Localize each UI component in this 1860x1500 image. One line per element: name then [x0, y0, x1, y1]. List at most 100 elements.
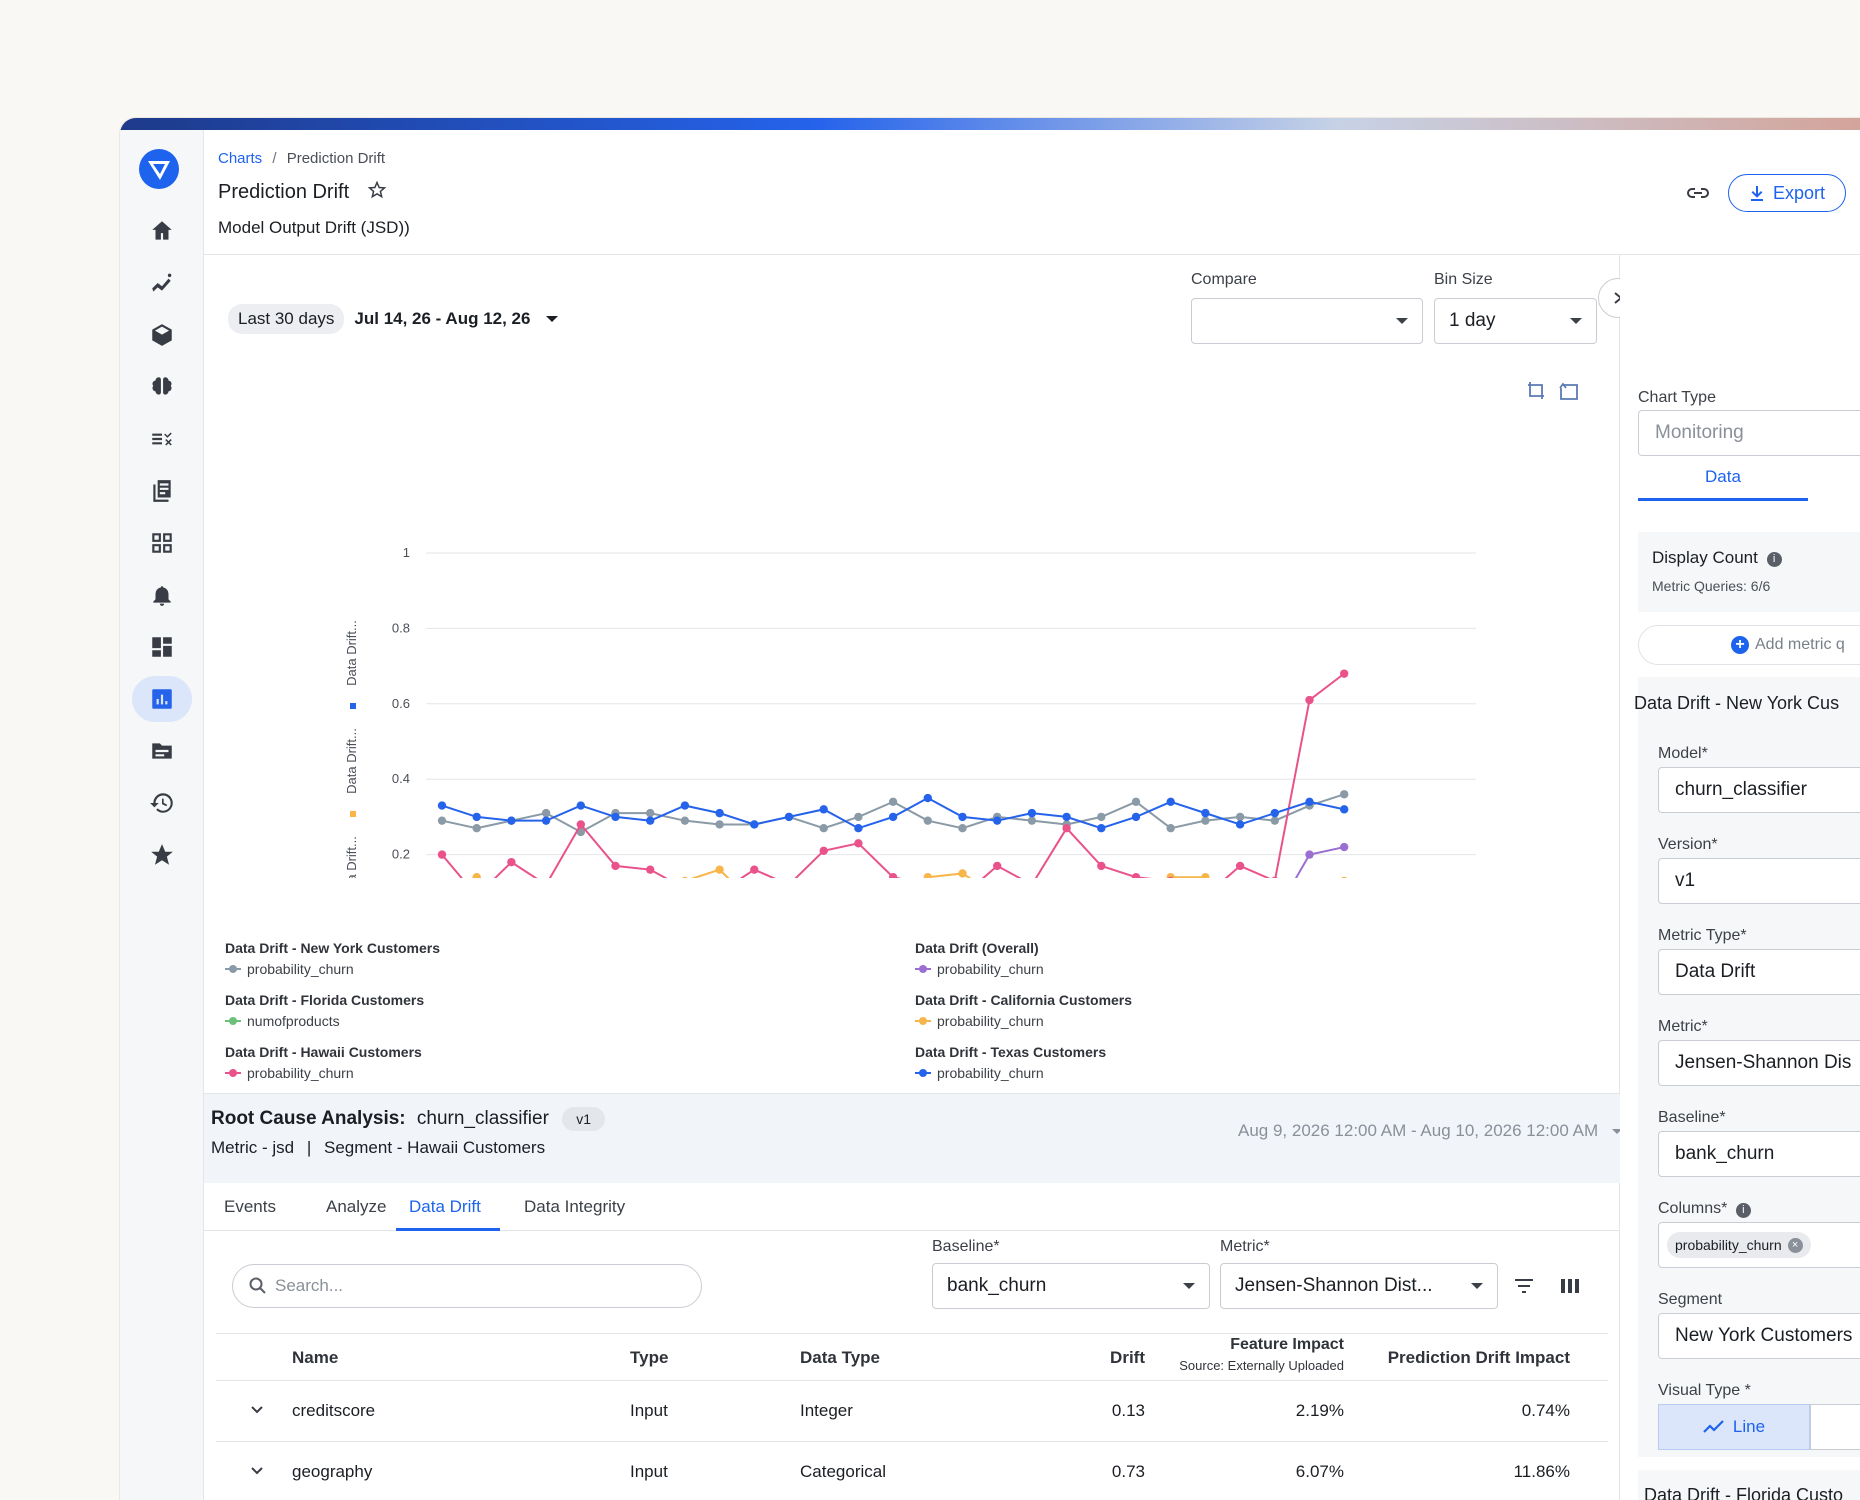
date-range-caret-icon[interactable]: [546, 316, 559, 322]
bin-size-select[interactable]: 1 day: [1434, 298, 1597, 344]
data-point[interactable]: [715, 808, 724, 818]
breadcrumb-charts-link[interactable]: Charts: [218, 150, 262, 167]
history-icon[interactable]: [132, 780, 192, 826]
data-point[interactable]: [993, 816, 1002, 825]
data-point[interactable]: [1131, 812, 1141, 822]
data-point[interactable]: [611, 861, 620, 871]
data-point[interactable]: [1305, 850, 1314, 859]
data-point[interactable]: [646, 816, 655, 825]
columns-info-icon[interactable]: i: [1735, 1203, 1751, 1218]
data-point[interactable]: [888, 812, 898, 822]
cell-name[interactable]: geography: [292, 1462, 372, 1482]
reports-icon[interactable]: [132, 468, 192, 514]
data-point[interactable]: [1201, 808, 1210, 818]
link-icon[interactable]: [1686, 184, 1710, 202]
columns-select[interactable]: probability_churn ×: [1658, 1222, 1860, 1268]
search-input[interactable]: Search...: [232, 1264, 702, 1308]
data-point[interactable]: [1340, 876, 1348, 878]
zoom-reset-icon[interactable]: [1558, 380, 1580, 402]
col-name[interactable]: Name: [292, 1348, 338, 1368]
date-range-picker[interactable]: Last 30 days Jul 14, 26 - Aug 12, 26: [228, 304, 559, 334]
charts-icon[interactable]: [132, 676, 192, 722]
brand-logo-icon[interactable]: [138, 148, 180, 190]
cube-icon[interactable]: [132, 312, 192, 358]
data-point[interactable]: [1166, 797, 1175, 807]
export-button[interactable]: Export: [1728, 174, 1846, 212]
folder-icon[interactable]: [132, 728, 192, 774]
cell-name[interactable]: creditscore: [292, 1401, 375, 1421]
segment-select[interactable]: New York Customers: [1658, 1313, 1860, 1359]
data-point[interactable]: [1340, 842, 1349, 852]
legend-item[interactable]: probability_churn: [915, 961, 1132, 977]
filter-icon[interactable]: [1514, 1278, 1534, 1294]
data-point[interactable]: [1097, 824, 1106, 833]
data-point[interactable]: [1235, 861, 1245, 871]
data-point[interactable]: [784, 812, 794, 822]
data-point[interactable]: [472, 824, 481, 833]
data-point[interactable]: [923, 873, 932, 878]
metric-type-select[interactable]: Data Drift: [1658, 949, 1860, 995]
data-point[interactable]: [750, 820, 759, 829]
favorite-star-icon[interactable]: [367, 180, 387, 200]
data-point[interactable]: [646, 865, 655, 874]
data-point[interactable]: [819, 805, 828, 814]
data-point[interactable]: [854, 839, 863, 848]
legend-item[interactable]: probability_churn: [915, 1065, 1132, 1081]
tab-data-integrity[interactable]: Data Integrity: [524, 1197, 625, 1217]
add-metric-query-button[interactable]: + Add metric q: [1638, 625, 1860, 665]
data-point[interactable]: [507, 816, 516, 825]
data-point[interactable]: [437, 816, 447, 825]
brain-icon[interactable]: [132, 364, 192, 410]
data-point[interactable]: [507, 857, 516, 867]
data-point[interactable]: [1027, 808, 1037, 818]
data-point[interactable]: [715, 820, 724, 829]
data-point[interactable]: [576, 801, 585, 810]
data-point[interactable]: [1062, 824, 1071, 833]
baseline-select[interactable]: bank_churn: [932, 1263, 1210, 1309]
data-point[interactable]: [611, 812, 620, 822]
data-point[interactable]: [715, 865, 724, 874]
model-select[interactable]: churn_classifier: [1658, 767, 1860, 813]
data-point[interactable]: [819, 824, 828, 833]
data-point[interactable]: [1270, 816, 1280, 825]
data-point[interactable]: [923, 793, 932, 803]
dashboard-icon[interactable]: [132, 624, 192, 670]
data-point[interactable]: [1340, 669, 1349, 678]
data-point[interactable]: [437, 850, 447, 859]
legend-item[interactable]: probability_churn: [225, 961, 440, 977]
data-point[interactable]: [1305, 797, 1314, 807]
info-icon[interactable]: i: [1766, 552, 1782, 567]
col-type[interactable]: Type: [630, 1348, 668, 1368]
legend-item[interactable]: probability_churn: [225, 1065, 440, 1081]
tab-events[interactable]: Events: [224, 1197, 276, 1217]
legend-item[interactable]: probability_churn: [915, 1013, 1132, 1029]
home-icon[interactable]: [132, 208, 192, 254]
data-point[interactable]: [1201, 873, 1210, 878]
data-point[interactable]: [1097, 861, 1106, 871]
star-icon[interactable]: [132, 832, 192, 878]
columns-icon[interactable]: [1560, 1277, 1580, 1295]
data-point[interactable]: [1131, 797, 1141, 807]
rca-date-range[interactable]: Aug 9, 2026 12:00 AM - Aug 10, 2026 12:0…: [1238, 1121, 1623, 1141]
data-point[interactable]: [1271, 876, 1279, 878]
data-point[interactable]: [1340, 790, 1349, 799]
data-point[interactable]: [541, 808, 551, 818]
data-point[interactable]: [888, 797, 898, 807]
data-point[interactable]: [437, 801, 447, 810]
rules-icon[interactable]: [132, 416, 192, 462]
data-point[interactable]: [680, 801, 690, 810]
zoom-select-icon[interactable]: [1526, 380, 1548, 402]
bell-icon[interactable]: [132, 572, 192, 618]
tab-data-drift[interactable]: Data Drift: [409, 1197, 481, 1217]
trend-icon[interactable]: [132, 260, 192, 306]
col-feature-impact[interactable]: Feature Impact Source: Externally Upload…: [1130, 1336, 1344, 1373]
panel-baseline-select[interactable]: bank_churn: [1658, 1131, 1860, 1177]
data-point[interactable]: [1235, 812, 1245, 822]
data-point[interactable]: [1166, 824, 1175, 833]
data-point[interactable]: [472, 873, 481, 878]
data-point[interactable]: [681, 876, 689, 878]
data-point[interactable]: [993, 861, 1002, 871]
data-point[interactable]: [472, 812, 481, 822]
drift-line-chart[interactable]: 00.20.40.60.81Jul 17Jul 21Jul 25Jul 29Au…: [216, 408, 1576, 878]
panel-tab-data[interactable]: Data: [1638, 467, 1808, 487]
